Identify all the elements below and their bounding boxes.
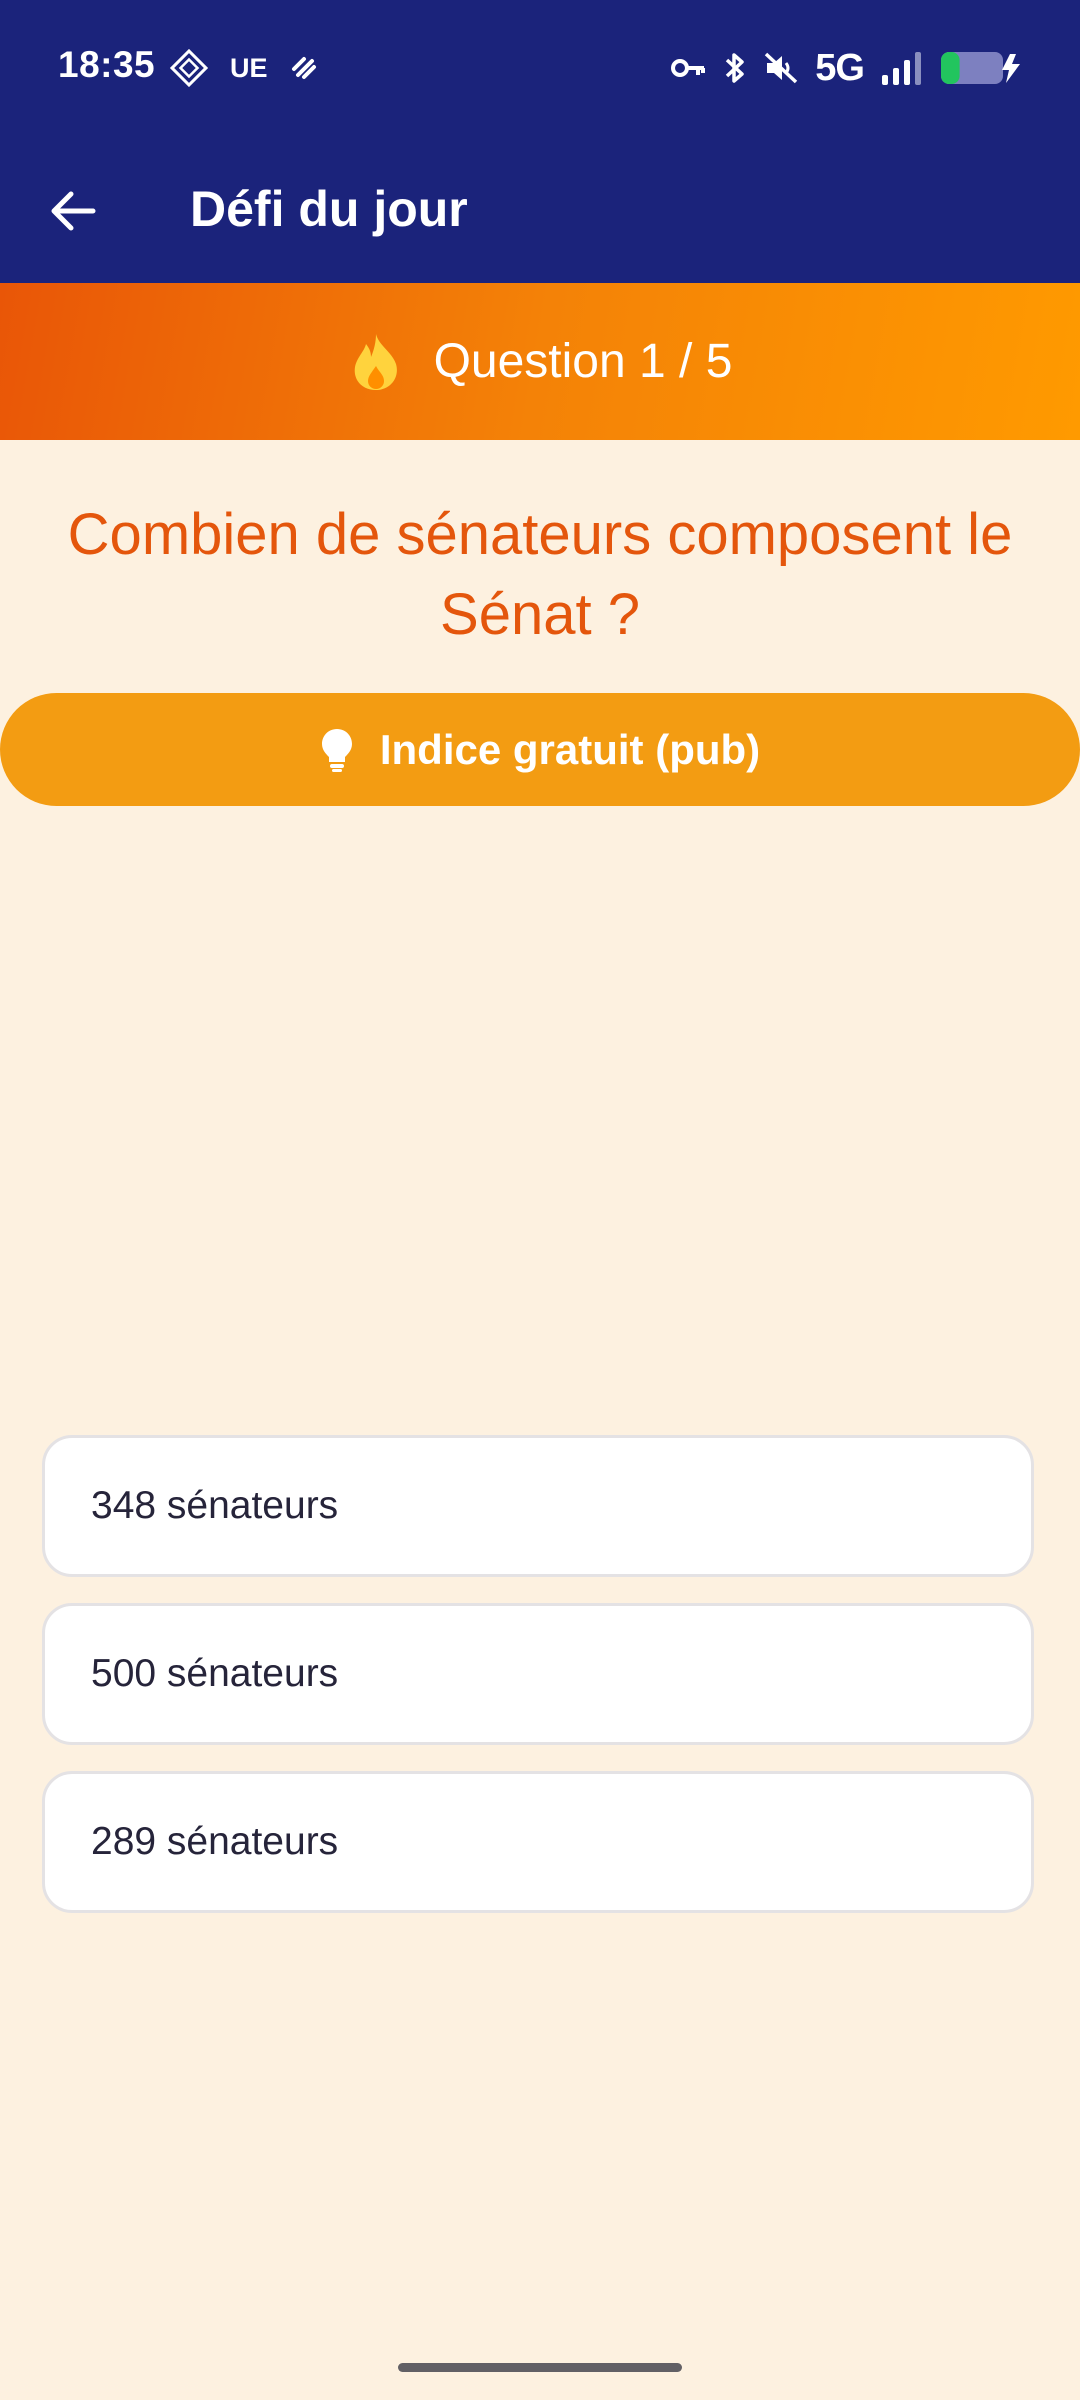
home-indicator[interactable] xyxy=(398,2363,682,2372)
status-time: 18:35 xyxy=(58,44,156,85)
fire-icon xyxy=(354,333,397,390)
page-title: Défi du jour xyxy=(190,181,468,237)
vpn-icon xyxy=(170,49,208,87)
status-bar: 18:35 UE 5G xyxy=(0,0,1080,138)
back-button[interactable] xyxy=(36,174,110,248)
bluetooth-icon xyxy=(726,53,745,83)
answer-label: 500 sénateurs xyxy=(91,1652,339,1695)
answer-label: 289 sénateurs xyxy=(91,1820,339,1863)
ubisoft-like-icon xyxy=(291,57,316,79)
battery-level xyxy=(941,52,960,84)
network-type: 5G xyxy=(815,46,865,89)
question-text: Combien de sénateurs composent le Sénat … xyxy=(67,502,1013,647)
ue-label: UE xyxy=(230,52,268,83)
answer-option-2[interactable]: 500 sénateurs xyxy=(42,1603,1034,1745)
free-hint-button[interactable]: Indice gratuit (pub) xyxy=(0,693,1080,806)
mute-icon xyxy=(765,52,798,84)
question-counter: Question 1 / 5 xyxy=(433,335,733,388)
key-icon xyxy=(671,59,706,77)
answer-option-1[interactable]: 348 sénateurs xyxy=(42,1435,1034,1577)
arrow-left-icon xyxy=(51,191,96,231)
battery-charging-icon xyxy=(941,52,1020,84)
answer-label: 348 sénateurs xyxy=(91,1484,339,1527)
hint-label: Indice gratuit (pub) xyxy=(379,725,761,773)
app-bar: Défi du jour xyxy=(0,138,1080,283)
lightbulb-icon xyxy=(321,728,352,772)
status-left-icons: UE xyxy=(170,46,320,90)
question-progress-banner: Question 1 / 5 xyxy=(0,283,1080,440)
signal-icon xyxy=(882,52,921,85)
status-right-icons: 5G xyxy=(671,40,1022,96)
answer-option-3[interactable]: 289 sénateurs xyxy=(42,1771,1034,1913)
